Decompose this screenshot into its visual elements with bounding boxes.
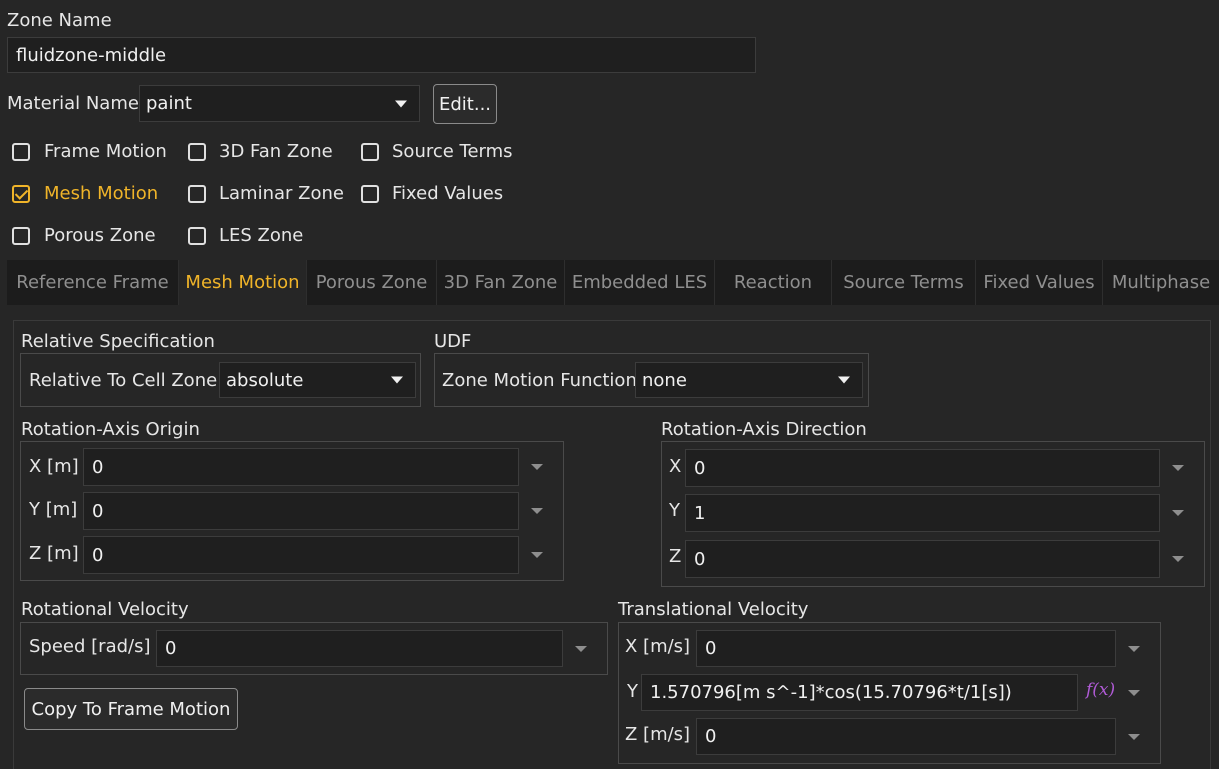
chevron-down-icon: [391, 376, 403, 384]
tab-multiphase[interactable]: Multiphase: [1103, 260, 1219, 305]
zone-motion-function-value: none: [642, 369, 687, 391]
origin-y-label: Y [m]: [29, 499, 78, 520]
direction-y-label: Y: [669, 500, 680, 521]
zone-name-label: Zone Name: [7, 10, 112, 31]
origin-y-dropdown-icon[interactable]: [531, 508, 543, 514]
chevron-down-icon: [838, 376, 850, 384]
tab-porous-zone[interactable]: Porous Zone: [307, 260, 437, 305]
checkbox-label: 3D Fan Zone: [219, 141, 333, 162]
copy-to-frame-motion-button[interactable]: Copy To Frame Motion: [24, 688, 238, 730]
checkbox-icon[interactable]: [188, 185, 206, 203]
translational-velocity-title: Translational Velocity: [618, 599, 809, 620]
trans-z-label: Z [m/s]: [625, 724, 691, 745]
trans-y-dropdown-icon[interactable]: [1128, 690, 1140, 696]
relative-to-cell-zone-label: Relative To Cell Zone: [29, 370, 218, 391]
rotation-axis-direction-title: Rotation-Axis Direction: [661, 419, 867, 440]
origin-x-dropdown-icon[interactable]: [531, 464, 543, 470]
zone-motion-function-select[interactable]: none: [635, 362, 863, 398]
trans-x-input[interactable]: 0: [696, 630, 1116, 667]
speed-label: Speed [rad/s]: [29, 636, 151, 657]
origin-x-label: X [m]: [29, 456, 79, 477]
trans-x-label: X [m/s]: [625, 636, 691, 657]
zone-name-input[interactable]: fluidzone-middle: [7, 37, 756, 73]
speed-input[interactable]: 0: [156, 630, 563, 667]
checkbox-label: Porous Zone: [44, 225, 156, 246]
checkbox-label: Frame Motion: [44, 141, 167, 162]
checkbox-label: Source Terms: [392, 141, 513, 162]
direction-z-dropdown-icon[interactable]: [1172, 556, 1184, 562]
direction-z-input[interactable]: 0: [685, 540, 1160, 578]
edit-material-button[interactable]: Edit...: [433, 84, 497, 124]
tab-source-terms[interactable]: Source Terms: [832, 260, 976, 305]
tab-reaction[interactable]: Reaction: [715, 260, 832, 305]
checkbox-label: LES Zone: [219, 225, 304, 246]
trans-y-label: Y: [627, 681, 638, 702]
origin-y-input[interactable]: 0: [83, 492, 519, 530]
checkbox-label: Laminar Zone: [219, 183, 344, 204]
relative-to-cell-zone-select[interactable]: absolute: [219, 362, 416, 398]
direction-x-label: X: [669, 456, 682, 477]
trans-z-dropdown-icon[interactable]: [1128, 734, 1140, 740]
tab-3d-fan-zone[interactable]: 3D Fan Zone: [437, 260, 565, 305]
checkbox-icon[interactable]: [361, 185, 379, 203]
checkbox-icon[interactable]: [361, 143, 379, 161]
udf-title: UDF: [434, 331, 472, 352]
origin-z-label: Z [m]: [29, 543, 79, 564]
checkbox-icon[interactable]: [12, 227, 30, 245]
tab-bar: Reference Frame Mesh Motion Porous Zone …: [7, 260, 1219, 305]
direction-y-input[interactable]: 1: [685, 494, 1160, 532]
material-name-select[interactable]: paint: [139, 85, 420, 122]
origin-z-input[interactable]: 0: [83, 536, 519, 574]
speed-dropdown-icon[interactable]: [575, 646, 587, 652]
checkbox-label: Fixed Values: [392, 183, 504, 204]
checkbox-icon[interactable]: [188, 143, 206, 161]
tab-fixed-values[interactable]: Fixed Values: [976, 260, 1103, 305]
trans-y-expression-input[interactable]: 1.570796[m s^-1]*cos(15.70796*t/1[s]): [641, 674, 1078, 711]
chevron-down-icon: [395, 100, 407, 107]
relative-to-cell-zone-value: absolute: [226, 369, 304, 391]
trans-z-input[interactable]: 0: [696, 718, 1116, 755]
rotation-axis-origin-title: Rotation-Axis Origin: [21, 419, 200, 440]
tab-reference-frame[interactable]: Reference Frame: [7, 260, 179, 305]
checkbox-checked-icon[interactable]: [12, 185, 30, 203]
checkbox-label: Mesh Motion: [44, 183, 159, 204]
material-name-label: Material Name: [7, 93, 139, 114]
tab-embedded-les[interactable]: Embedded LES: [565, 260, 715, 305]
function-expression-icon[interactable]: f(x): [1086, 680, 1115, 700]
direction-z-label: Z: [669, 546, 682, 567]
direction-x-input[interactable]: 0: [685, 449, 1160, 487]
trans-x-dropdown-icon[interactable]: [1128, 646, 1140, 652]
rotational-velocity-title: Rotational Velocity: [21, 599, 189, 620]
origin-z-dropdown-icon[interactable]: [531, 552, 543, 558]
material-name-value: paint: [146, 93, 192, 114]
checkbox-icon[interactable]: [12, 143, 30, 161]
relative-spec-title: Relative Specification: [21, 331, 215, 352]
zone-motion-function-label: Zone Motion Function: [442, 370, 637, 391]
tab-mesh-motion[interactable]: Mesh Motion: [179, 260, 307, 305]
origin-x-input[interactable]: 0: [83, 448, 519, 486]
direction-x-dropdown-icon[interactable]: [1172, 465, 1184, 471]
checkbox-icon[interactable]: [188, 227, 206, 245]
direction-y-dropdown-icon[interactable]: [1172, 510, 1184, 516]
